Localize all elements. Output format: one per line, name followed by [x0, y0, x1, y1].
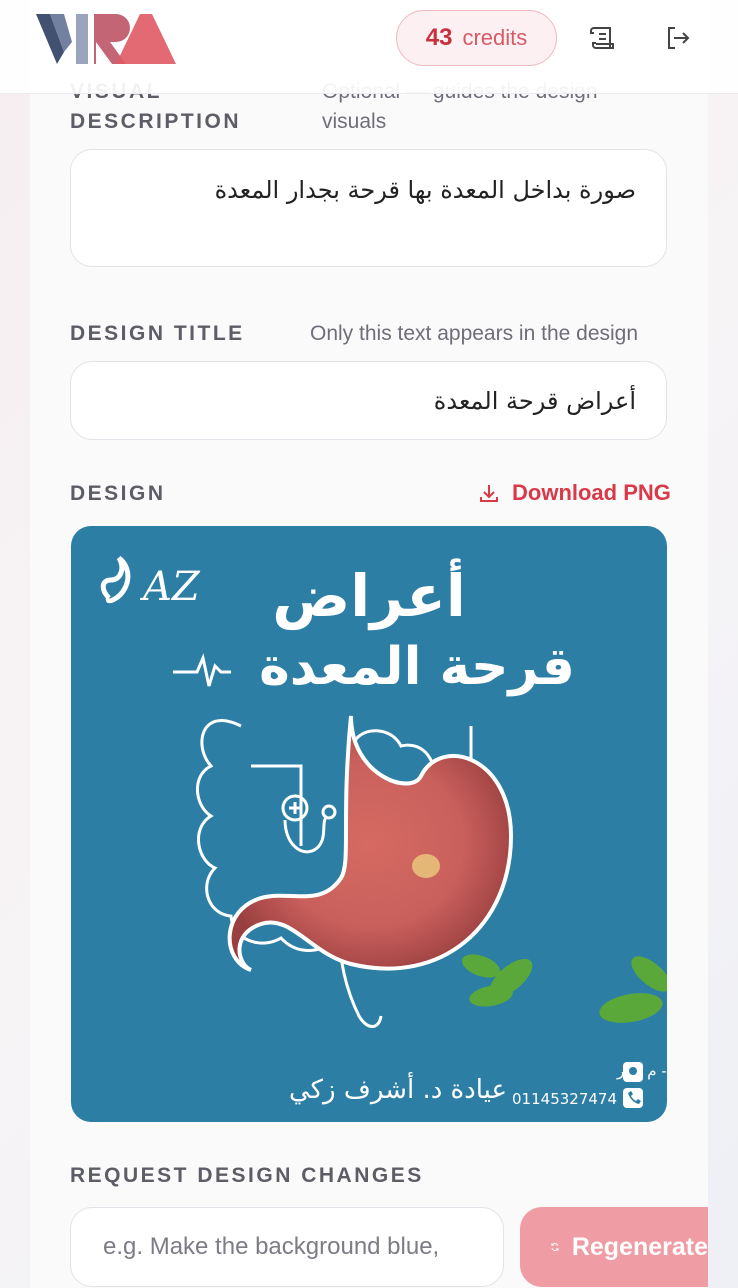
design-preview-image: AZ أعراض قرحة المعدة عيادة د. أشرف زكي -…: [71, 526, 667, 1122]
poster-title-line1: أعراض: [272, 558, 465, 631]
request-changes-field[interactable]: [70, 1207, 504, 1287]
design-title-value: أعراض قرحة المعدة: [433, 387, 636, 415]
download-png-label: Download PNG: [512, 480, 671, 505]
app-header: 43 credits: [0, 0, 738, 94]
vira-logo[interactable]: [36, 12, 176, 66]
download-icon: [480, 485, 498, 502]
scroll-icon[interactable]: [586, 22, 618, 54]
regenerate-label: Regenerate: [571, 1232, 708, 1261]
visual-description-field[interactable]: صورة بداخل المعدة بها قرحة بجدار المعدة: [70, 149, 667, 267]
stomach-illustration: [227, 715, 514, 972]
stethoscope-icon: [281, 794, 337, 854]
design-label: DESIGN: [70, 482, 166, 505]
visual-description-label-line2: DESCRIPTION: [70, 110, 242, 133]
poster-clinic-name: عيادة د. أشرف زكي: [289, 1071, 507, 1105]
design-title-field[interactable]: أعراض قرحة المعدة: [70, 361, 667, 440]
design-title-hint: Only this text appears in the design: [310, 322, 639, 345]
heartbeat-line: [173, 653, 231, 687]
poster-title-line2: قرحة المعدة: [259, 637, 575, 697]
mint-leaves: [461, 954, 667, 1023]
clinic-logo-letters: AZ: [139, 564, 201, 610]
credits-badge[interactable]: 43 credits: [396, 10, 557, 66]
location-icon: [623, 1062, 643, 1082]
logout-icon[interactable]: [662, 22, 694, 54]
credits-label: credits: [462, 25, 528, 50]
design-title-label: DESIGN TITLE: [70, 322, 245, 345]
phone-icon: [623, 1088, 643, 1108]
request-changes-label: REQUEST DESIGN CHANGES: [70, 1164, 424, 1187]
credits-count: 43: [425, 24, 453, 51]
visual-description-hint-line2: visuals: [322, 110, 387, 133]
request-changes-input[interactable]: [103, 1233, 503, 1261]
poster-phone: 01145327474: [512, 1090, 617, 1108]
refresh-icon: [551, 1243, 559, 1251]
download-png-button[interactable]: Download PNG: [478, 480, 671, 506]
visual-description-value: صورة بداخل المعدة بها قرحة بجدار المعدة: [214, 176, 636, 204]
regenerate-button[interactable]: Regenerate: [520, 1207, 708, 1287]
clinic-logo: [100, 556, 131, 604]
